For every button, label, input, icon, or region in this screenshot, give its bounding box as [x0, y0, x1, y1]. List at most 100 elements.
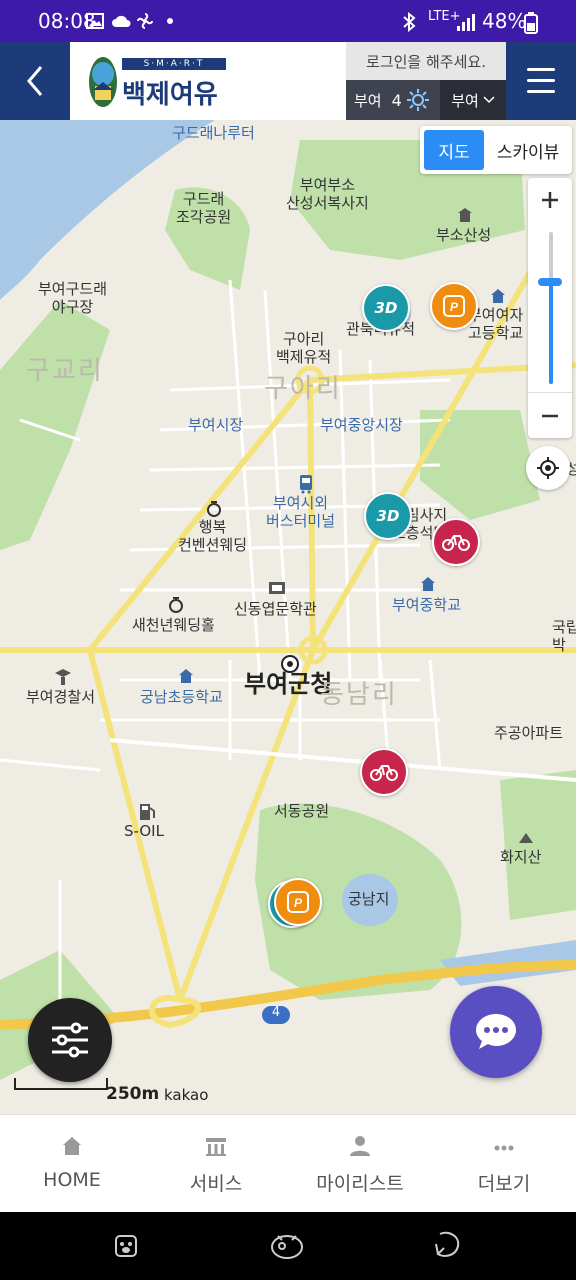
menu-button[interactable] [506, 42, 576, 120]
map-label: 구드래 조각공원 [176, 190, 232, 226]
bicycle-icon [370, 765, 398, 781]
poi-3d-marker[interactable]: 3D [364, 492, 412, 540]
tab-service[interactable]: 서비스 [144, 1115, 288, 1213]
zoom-level-fill [549, 282, 553, 384]
svg-text:P: P [294, 896, 303, 910]
map-label: 부여경찰서 [26, 688, 96, 706]
login-prompt[interactable]: 로그인을 해주세요. [346, 42, 506, 80]
battery-level: 48% [482, 9, 527, 33]
svg-text:P: P [450, 300, 459, 314]
app-header: S·M·A·R·T 백제여유 로그인을 해주세요. 부여 4 부여 [0, 42, 576, 120]
my-location-button[interactable] [526, 446, 570, 490]
notification-dot-icon [167, 18, 173, 24]
parking-icon: P [287, 891, 309, 913]
map-label: 궁남지 [348, 890, 390, 908]
poi-parking-marker[interactable]: P [430, 282, 478, 330]
map-scale-bar [14, 1078, 108, 1090]
sun-icon [406, 89, 429, 111]
gallery-icon [86, 13, 104, 29]
map-label: 부여중학교 [392, 596, 462, 614]
map-label: 주공아파트 [494, 724, 564, 742]
map-view-button[interactable]: 지도 [424, 130, 484, 170]
chevron-down-icon [483, 96, 495, 104]
back-nav-icon[interactable] [434, 1230, 462, 1260]
gas-station-icon [140, 804, 155, 820]
home-nav-icon[interactable] [270, 1232, 304, 1260]
tab-home[interactable]: HOME [0, 1115, 144, 1213]
map-label: 구아리 백제유적 [276, 330, 332, 366]
signal-icon [457, 14, 475, 31]
poi-3d-marker[interactable]: 3D [362, 284, 410, 332]
recent-apps-icon[interactable] [114, 1232, 138, 1258]
cloud-icon [112, 15, 131, 27]
more-icon [494, 1145, 514, 1151]
tab-mylist[interactable]: 마이리스트 [288, 1115, 432, 1213]
bottom-tab-bar: HOME 서비스 마이리스트 더보기 [0, 1114, 576, 1213]
logo-title: 백제여유 [122, 80, 218, 110]
bike-station-marker[interactable] [360, 748, 408, 796]
map-label: 동남리 [320, 680, 398, 710]
bicycle-icon [442, 535, 470, 551]
logo-smart-text: S·M·A·R·T [122, 58, 226, 70]
police-icon [55, 669, 71, 685]
school-icon [491, 289, 505, 303]
weather-city: 부여 [354, 91, 382, 110]
skyview-button[interactable]: 스카이뷰 [486, 130, 570, 170]
divider [528, 392, 572, 393]
zoom-slider-handle[interactable] [538, 278, 562, 286]
system-navigation-bar [0, 1212, 576, 1280]
mountain-icon [519, 833, 533, 843]
zoom-out-button[interactable] [540, 406, 560, 426]
map-label: 서동공원 [274, 802, 330, 820]
map-label: 새천년웨딩홀 [132, 616, 215, 634]
map-label: 부여부소 산성서복사지 [286, 176, 369, 212]
poi-parking-marker[interactable]: P [274, 878, 322, 926]
map-label: 구드래나루터 [172, 124, 255, 142]
chat-bubble-icon [476, 1014, 516, 1049]
region-select[interactable]: 부여 [440, 80, 506, 120]
crosshair-icon [537, 457, 559, 479]
back-button[interactable] [0, 42, 70, 120]
map-label: 부여시외 버스터미널 [266, 494, 336, 530]
school-icon [421, 577, 435, 591]
map-view[interactable]: 4 구드래나루터 부여부소 산성서복사지 구드래 조각공원 부소산성 부여구드래… [0, 120, 576, 1114]
route-number: 4 [271, 1005, 281, 1020]
building-icon [206, 1138, 226, 1156]
bus-icon [300, 475, 312, 494]
home-icon [63, 1137, 81, 1155]
weather-widget[interactable]: 부여 4 [346, 80, 440, 120]
chevron-left-icon [27, 66, 43, 96]
zoom-control [528, 178, 572, 438]
map-label: 부여구드래 야구장 [38, 280, 108, 316]
map-label: 신동엽문학관 [234, 600, 317, 618]
app-logo[interactable]: S·M·A·R·T 백제여유 [88, 52, 238, 114]
person-icon [350, 1136, 370, 1156]
tab-label: 서비스 [189, 1173, 243, 1195]
map-provider-logo: kakao [164, 1086, 209, 1104]
map-label: 국립 박 [552, 618, 576, 654]
map-label: 부여시장 [188, 416, 244, 434]
filter-button[interactable] [28, 998, 112, 1082]
chatbot-button[interactable] [450, 986, 542, 1078]
zoom-in-button[interactable] [540, 190, 560, 210]
tab-label: 마이리스트 [316, 1173, 404, 1195]
bike-station-marker[interactable] [432, 518, 480, 566]
parking-icon: P [443, 295, 465, 317]
fortress-icon [458, 208, 472, 222]
weather-temp: 4 [391, 90, 402, 110]
map-type-toggle: 지도 스카이뷰 [420, 126, 572, 174]
map-label: 부소산성 [436, 226, 492, 244]
sliders-icon [52, 1022, 88, 1058]
tab-more[interactable]: 더보기 [432, 1115, 576, 1213]
map-label: S-OIL [124, 822, 164, 840]
battery-icon [524, 12, 538, 34]
status-bar: 08:08 LTE+ 48% [0, 0, 576, 42]
map-label: 행복 컨벤션웨딩 [178, 518, 248, 554]
bluetooth-icon [403, 12, 416, 32]
region-select-value: 부여 [451, 91, 479, 110]
map-label: 화지산 [500, 848, 542, 866]
school-icon [179, 669, 193, 683]
tab-label: 더보기 [477, 1173, 531, 1195]
tab-label: HOME [43, 1169, 101, 1191]
map-label: 궁남초등학교 [140, 688, 223, 706]
